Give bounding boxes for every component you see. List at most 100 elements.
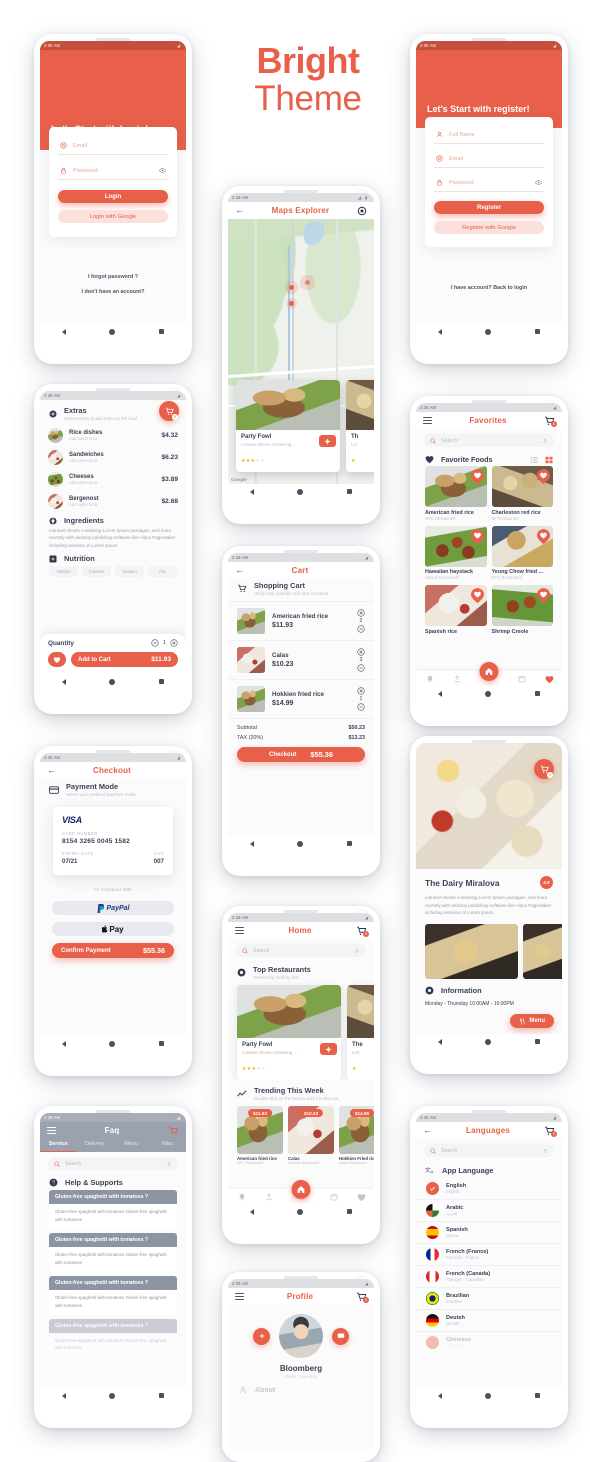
back-button[interactable]: ←	[235, 566, 244, 575]
register-with-google-button[interactable]: Register with Google	[434, 221, 544, 234]
language-row[interactable]: Brazilian Brazilian	[416, 1288, 562, 1309]
nav-back-button[interactable]	[61, 328, 66, 335]
cart-row[interactable]: American fried rice $11.93 2	[228, 602, 374, 640]
confirm-payment-button[interactable]: Confirm Payment $55.36	[52, 943, 174, 958]
favorite-card[interactable]: Shrimp Creole	[491, 585, 553, 635]
mic-icon[interactable]	[166, 1161, 172, 1167]
faq-item[interactable]: Gluten-free spaghetti with tomatoes ? Gl…	[49, 1232, 177, 1272]
nav-back-button[interactable]	[249, 840, 254, 847]
fullname-field[interactable]: Full Name	[434, 127, 544, 144]
grid-view-icon[interactable]	[545, 456, 553, 464]
login-button[interactable]: Login	[58, 190, 168, 203]
back-button[interactable]: ←	[235, 206, 244, 215]
favorite-heart-badge[interactable]	[470, 469, 484, 484]
faq-question[interactable]: Gluten-free spaghetti with tomatoes ?	[49, 1232, 177, 1247]
favorite-card[interactable]: American fried rice NYC Restaurant	[425, 466, 487, 521]
nav-recents-button[interactable]	[159, 679, 165, 684]
nav-recents-button[interactable]	[159, 329, 165, 334]
tab-delivery[interactable]: Delivery	[77, 1139, 114, 1152]
nav-back-button[interactable]	[61, 678, 66, 685]
nav-back-button[interactable]	[249, 1208, 254, 1215]
login-with-google-button[interactable]: Login with Google	[58, 210, 168, 223]
search-input[interactable]: Search	[424, 434, 554, 447]
menu-icon[interactable]	[423, 415, 432, 426]
favorite-heart-badge[interactable]	[537, 588, 550, 603]
menu-icon[interactable]	[235, 925, 244, 936]
favorite-card[interactable]: Spanish rice	[425, 585, 487, 635]
nav-back-button[interactable]	[61, 1040, 66, 1047]
map-place-card[interactable]: Th Let ★	[346, 380, 374, 472]
language-row[interactable]: Spanish Spana	[416, 1222, 562, 1243]
menu-icon[interactable]	[235, 1291, 244, 1302]
search-input[interactable]: Search	[424, 1144, 554, 1157]
cart-qty-stepper[interactable]: 2	[357, 609, 365, 633]
eye-icon[interactable]	[535, 179, 542, 186]
search-input[interactable]: Search	[48, 1157, 178, 1170]
mic-icon[interactable]	[542, 438, 548, 444]
tab-service[interactable]: Service	[40, 1139, 77, 1152]
language-row[interactable]: French (France) Français - France	[416, 1244, 562, 1265]
nav-recents-button[interactable]	[347, 841, 353, 846]
increment-button[interactable]	[170, 639, 178, 647]
increment-button[interactable]	[357, 687, 365, 695]
message-button[interactable]	[332, 1327, 349, 1345]
language-row[interactable]: Chinease Chinease	[416, 1332, 562, 1353]
mic-icon[interactable]	[542, 1148, 548, 1154]
nav-back-button[interactable]	[249, 488, 254, 495]
password-field[interactable]: Password	[58, 161, 168, 180]
nav-favorites-icon[interactable]	[357, 1193, 365, 1201]
nav-home-button[interactable]	[485, 690, 492, 697]
nutrition-tab-vitamin[interactable]: Vitamin	[49, 566, 78, 578]
nav-back-button[interactable]	[437, 1392, 442, 1399]
restaur.card[interactable]: Party Fowl Letraset sheets containing ..…	[237, 985, 341, 1080]
place-direction-button[interactable]	[319, 435, 336, 447]
nav-recents-button[interactable]	[159, 1393, 165, 1398]
increment-button[interactable]	[357, 648, 365, 656]
nav-back-button[interactable]	[437, 1038, 442, 1045]
password-field[interactable]: Password	[434, 173, 544, 192]
decrement-button[interactable]	[357, 703, 365, 711]
nav-upload-icon[interactable]	[265, 1192, 273, 1201]
nutrition-tab-calories[interactable]: Calories	[82, 566, 111, 578]
nav-home-button[interactable]	[109, 1392, 116, 1399]
email-field[interactable]: Email	[434, 149, 544, 168]
favorite-heart-badge[interactable]	[470, 528, 484, 544]
extra-item[interactable]: Sandwiches Add same tuna $6.23	[48, 446, 178, 468]
nav-store-icon[interactable]	[518, 675, 526, 683]
faq-question[interactable]: Gluten-free spaghetti with tomatoes ?	[49, 1190, 177, 1204]
decrement-button[interactable]	[357, 625, 365, 633]
nav-recents-button[interactable]	[535, 691, 541, 696]
nav-recents-button[interactable]	[347, 489, 353, 494]
trending-card[interactable]: $11.93 American fried rice NYC Restauran…	[237, 1106, 283, 1165]
language-row[interactable]: English English	[416, 1178, 562, 1199]
trending-card[interactable]: $10.23 Calas Orleans Restaurant	[288, 1106, 334, 1165]
register-button[interactable]: Register	[434, 201, 544, 214]
eye-icon[interactable]	[159, 167, 166, 174]
map-place-card[interactable]: Party Fowl Letraset sheets containing ..…	[236, 380, 340, 472]
restaurant-card[interactable]: The Letr ★	[347, 985, 374, 1080]
cart-row[interactable]: Hokkien fried rice $14.99 1	[228, 680, 374, 718]
nav-home-fab[interactable]	[479, 662, 499, 681]
back-button[interactable]: ←	[423, 1126, 432, 1135]
faq-question[interactable]: Gluten-free spaghetti with tomatoes ?	[49, 1275, 177, 1290]
credit-card[interactable]: VISA CARD NUMBER 8154 3265 0045 1582 EXP…	[53, 807, 173, 875]
nav-recents-button[interactable]	[535, 329, 541, 334]
cart-icon[interactable]: 0	[356, 926, 369, 937]
favorite-heart-badge[interactable]	[537, 469, 550, 484]
nav-recents-button[interactable]	[347, 1209, 353, 1214]
map-canvas[interactable]: Amphitheatre Pkwy Googleplex Google Part…	[228, 219, 374, 484]
nav-notifications-icon[interactable]	[426, 675, 434, 683]
nav-upload-icon[interactable]	[453, 674, 461, 683]
tab-menu[interactable]: Menu	[113, 1139, 150, 1152]
cart-fab[interactable]: 0	[534, 759, 554, 779]
cart-icon[interactable]	[168, 1126, 179, 1136]
faq-item[interactable]: Gluten-free spaghetti with tomatoes ? Gl…	[49, 1275, 177, 1315]
avatar[interactable]	[279, 1314, 323, 1358]
favorite-heart-badge[interactable]	[537, 528, 550, 544]
email-field[interactable]: Email	[58, 138, 168, 155]
list-view-icon[interactable]	[530, 456, 538, 464]
menu-fab-button[interactable]: Menu	[510, 1014, 554, 1028]
cart-icon[interactable]: 0	[544, 1126, 557, 1137]
favorite-card[interactable]: Hawaiian haystack Hawaii Restaurant	[425, 525, 487, 580]
mic-icon[interactable]	[354, 948, 360, 954]
